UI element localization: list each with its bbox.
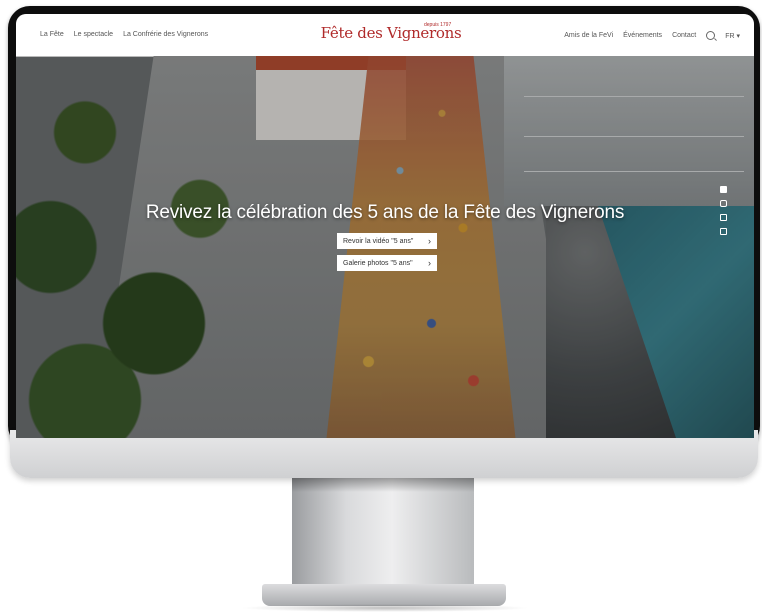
monitor-stand-base	[262, 584, 506, 606]
chevron-right-icon: ›	[428, 258, 431, 268]
nav-link-amis[interactable]: Amis de la FeVi	[564, 32, 613, 39]
top-navigation: La Fête Le spectacle La Confrérie des Vi…	[16, 14, 754, 57]
nav-link-contact[interactable]: Contact	[672, 32, 696, 39]
hero-headline: Revivez la célébration des 5 ans de la F…	[145, 202, 625, 223]
search-icon[interactable]	[706, 31, 716, 40]
nav-left-links: La Fête Le spectacle La Confrérie des Vi…	[40, 31, 208, 38]
monitor-mockup: La Fête Le spectacle La Confrérie des Vi…	[0, 0, 762, 613]
language-label: FR	[725, 32, 735, 40]
twitter-icon[interactable]	[720, 214, 727, 221]
language-selector[interactable]: FR ▾	[725, 32, 740, 40]
instagram-icon[interactable]	[720, 200, 727, 207]
facebook-icon[interactable]	[720, 186, 727, 193]
stand-shadow	[292, 478, 474, 492]
replay-video-label: Revoir la vidéo "5 ans"	[343, 237, 414, 245]
linkedin-icon[interactable]	[720, 228, 727, 235]
chevron-right-icon: ›	[428, 236, 431, 246]
website-screen: La Fête Le spectacle La Confrérie des Vi…	[16, 14, 754, 438]
replay-video-button[interactable]: Revoir la vidéo "5 ans" ›	[337, 233, 437, 249]
nav-right-links: Amis de la FeVi Événements Contact FR ▾	[564, 31, 740, 40]
site-logo[interactable]: Fête des Vignerons depuis 1797	[316, 22, 466, 42]
photo-gallery-label: Galerie photos "5 ans"	[343, 259, 413, 267]
social-links	[720, 186, 727, 235]
nav-link-confrerie[interactable]: La Confrérie des Vignerons	[123, 31, 208, 38]
base-shadow	[240, 604, 530, 612]
photo-gallery-button[interactable]: Galerie photos "5 ans" ›	[337, 255, 437, 271]
logo-tagline: depuis 1797	[424, 22, 452, 28]
monitor-stand-neck	[292, 478, 474, 586]
nav-link-le-spectacle[interactable]: Le spectacle	[74, 31, 113, 38]
nav-link-evenements[interactable]: Événements	[623, 32, 662, 39]
nav-link-la-fete[interactable]: La Fête	[40, 31, 64, 38]
hero-section: Revivez la célébration des 5 ans de la F…	[16, 56, 754, 438]
